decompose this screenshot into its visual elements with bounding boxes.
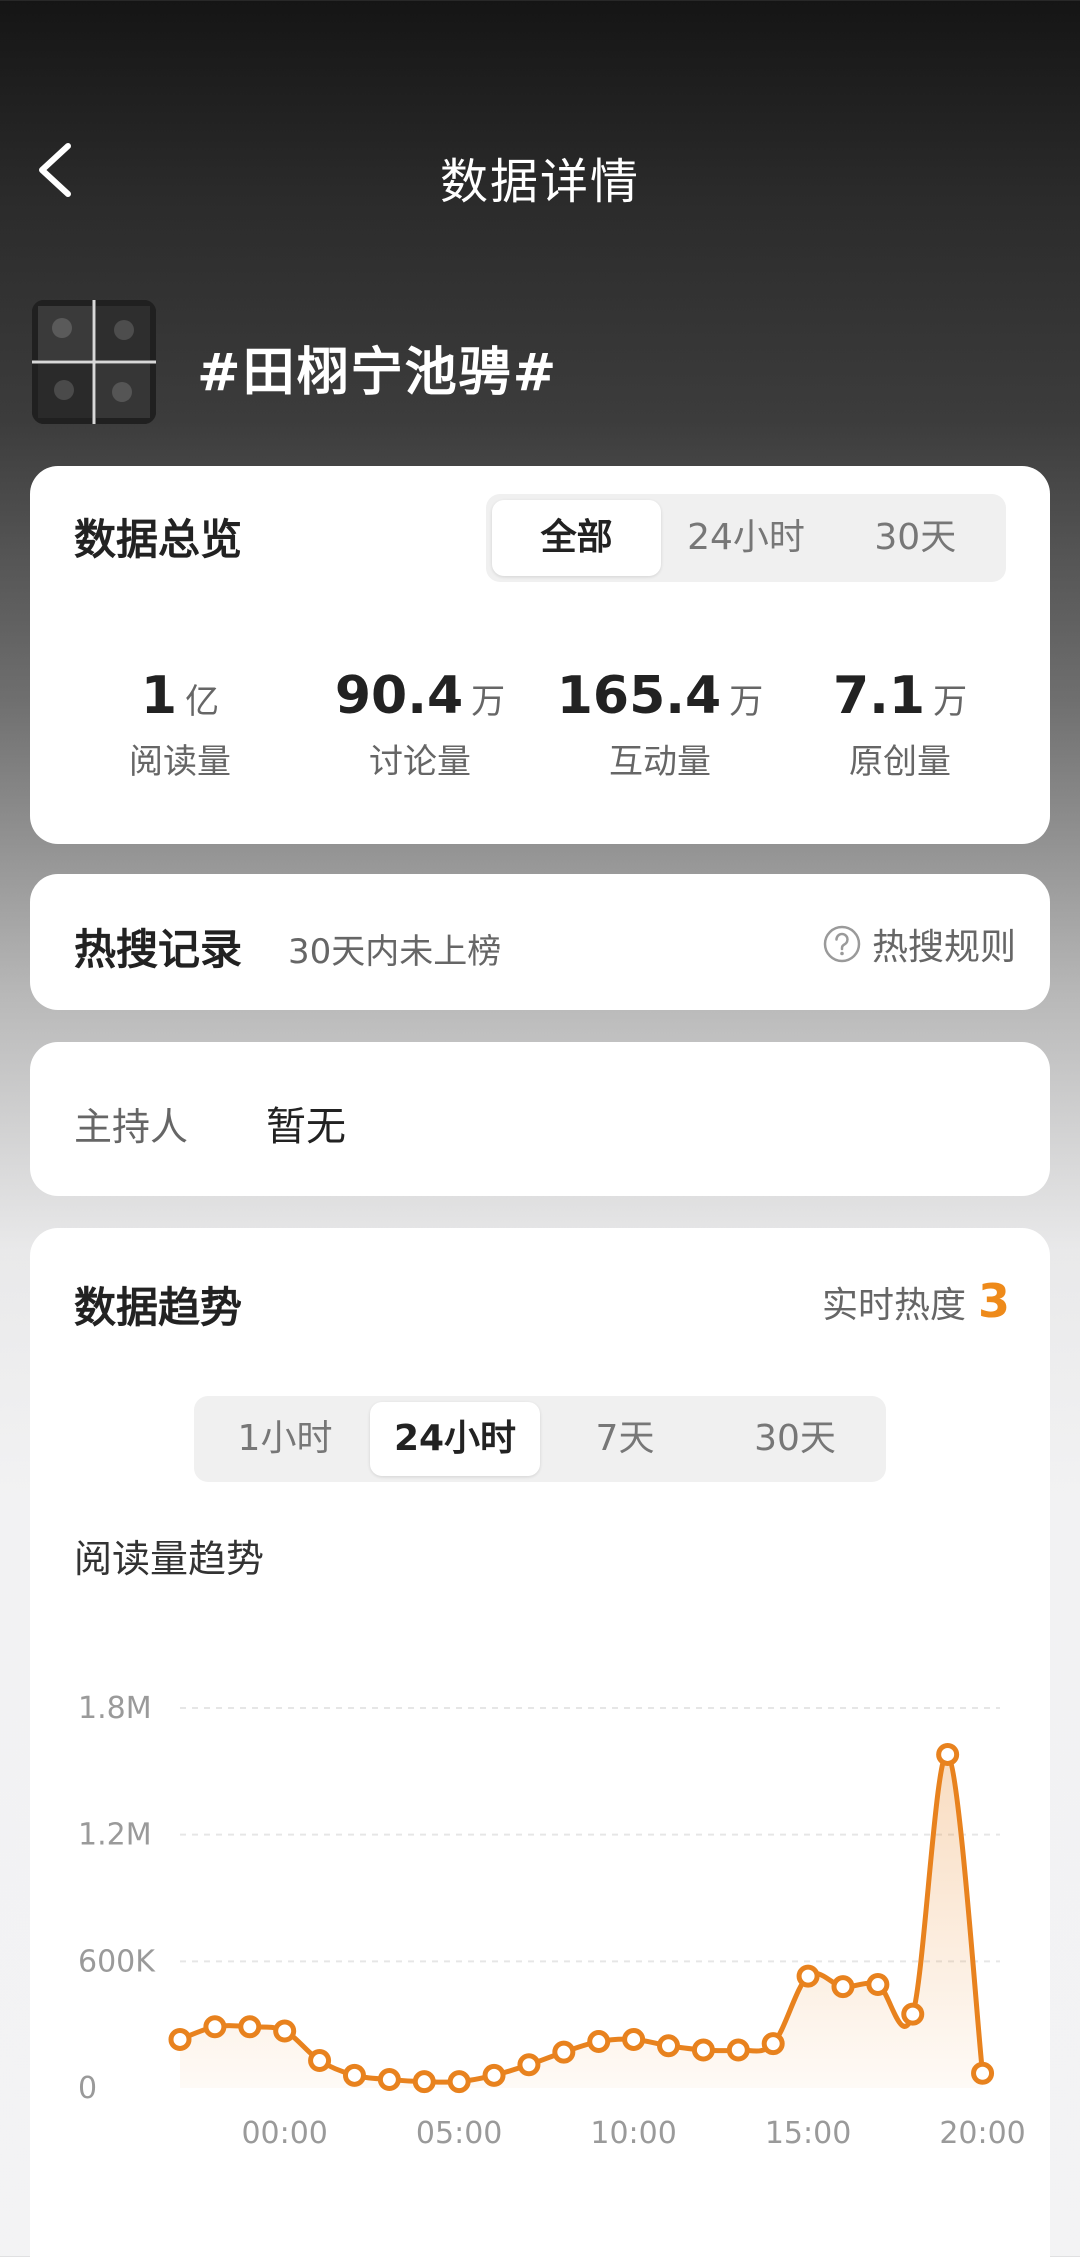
data-point	[482, 2063, 506, 2087]
tab-24h[interactable]: 24小时	[661, 500, 830, 576]
data-point	[447, 2070, 471, 2094]
tab-all[interactable]: 全部	[492, 500, 662, 576]
chart-title: 阅读量趋势	[74, 1537, 265, 1581]
data-point	[726, 2038, 750, 2062]
stat-value: 165.4	[556, 666, 722, 726]
data-point	[342, 2063, 366, 2087]
stat-originals: 7.1 万 原创量	[780, 666, 1020, 783]
data-point	[622, 2027, 646, 2051]
help-circle-icon	[823, 925, 861, 963]
topic-header: #田栩宁池骋#	[32, 300, 1032, 428]
data-point	[377, 2068, 401, 2092]
stat-unit: 亿	[185, 682, 220, 722]
stat-value: 90.4	[334, 666, 464, 726]
data-point	[238, 2015, 262, 2039]
y-tick-label: 1.8M	[78, 1691, 152, 1726]
data-trend-card: 数据趋势 实时热度 3 1小时 24小时 7天 30天 阅读量趋势 0 600K 1…	[30, 1228, 1050, 2257]
data-point	[936, 1742, 960, 1766]
overview-range-tabs: 全部 24小时 30天	[486, 494, 1006, 582]
x-tick-label: 00:00	[241, 2116, 327, 2151]
y-tick-label: 0	[78, 2071, 97, 2106]
data-point	[552, 2040, 576, 2064]
data-point	[657, 2034, 681, 2058]
stat-interactions: 165.4 万 互动量	[540, 666, 780, 783]
page-title: 数据详情	[439, 154, 640, 210]
y-tick-label: 1.2M	[78, 1818, 152, 1853]
heat-value: 3	[977, 1274, 1010, 1328]
host-card: 主持人 暂无	[30, 1042, 1050, 1196]
tab-30d[interactable]: 30天	[710, 1402, 880, 1476]
reads-trend-chart: 0 600K 1.2M 1.8M 00:00 05:00 10:00 15:00 20:00	[78, 1691, 1026, 2151]
realtime-heat: 实时热度 3	[822, 1274, 1010, 1328]
trend-title: 数据趋势	[74, 1283, 243, 1332]
series-area	[180, 1754, 983, 2088]
data-point	[901, 2002, 925, 2026]
data-point	[866, 1973, 890, 1997]
data-point	[587, 2030, 611, 2054]
stat-label: 讨论量	[369, 742, 471, 782]
stat-label: 互动量	[609, 742, 711, 782]
tab-1h[interactable]: 1小时	[200, 1402, 370, 1476]
data-point	[168, 2027, 192, 2051]
overview-stats: 1亿 阅读量 90.4 万 讨论量 165.4 万 互动量 7.1 万 原创量	[60, 666, 1020, 783]
x-tick-label: 05:00	[416, 2116, 502, 2151]
stat-reads: 1亿 阅读量	[60, 666, 300, 783]
stat-unit: 万	[933, 682, 968, 722]
host-label: 主持人	[74, 1105, 189, 1149]
stat-label: 原创量	[849, 742, 951, 782]
y-tick-label: 600K	[78, 1944, 156, 1979]
x-tick-label: 10:00	[590, 2116, 676, 2151]
tab-7d[interactable]: 7天	[540, 1402, 710, 1476]
data-point	[308, 2049, 332, 2073]
tab-24h[interactable]: 24小时	[370, 1402, 540, 1476]
hot-search-status: 30天内未上榜	[288, 932, 502, 972]
data-point	[412, 2070, 436, 2094]
data-point	[273, 2019, 297, 2043]
stat-label: 阅读量	[129, 742, 231, 782]
heat-label: 实时热度	[821, 1285, 966, 1326]
x-tick-label: 20:00	[939, 2116, 1025, 2151]
topic-title: #田栩宁池骋#	[197, 343, 559, 403]
x-tick-label: 15:00	[765, 2116, 851, 2151]
data-point	[691, 2038, 715, 2062]
overview-title: 数据总览	[74, 515, 243, 564]
stat-value: 1	[140, 666, 178, 726]
hot-search-rules-link[interactable]: 热搜规则	[822, 918, 1016, 970]
rules-label: 热搜规则	[871, 927, 1016, 968]
topic-thumbnail-image[interactable]	[32, 300, 156, 424]
data-overview-card: 数据总览 全部 24小时 30天 1亿 阅读量 90.4 万 讨论量 165.4 万…	[30, 466, 1050, 844]
hot-search-card: 热搜记录 30天内未上榜 热搜规则	[30, 874, 1050, 1010]
host-value: 暂无	[266, 1104, 346, 1150]
data-point	[971, 2061, 995, 2085]
stat-unit: 万	[729, 682, 764, 722]
stat-value: 7.1	[832, 666, 926, 726]
hot-search-title: 热搜记录	[74, 925, 243, 974]
trend-range-tabs: 1小时 24小时 7天 30天	[194, 1396, 886, 1482]
data-point	[203, 2015, 227, 2039]
stat-discussions: 90.4 万 讨论量	[300, 666, 540, 783]
data-point	[761, 2032, 785, 2056]
data-point	[831, 1975, 855, 1999]
data-point	[517, 2053, 541, 2077]
tab-30d[interactable]: 30天	[831, 500, 1000, 576]
data-point	[796, 1964, 820, 1988]
stat-unit: 万	[471, 682, 506, 722]
nav-bar: 数据详情	[0, 110, 1080, 230]
